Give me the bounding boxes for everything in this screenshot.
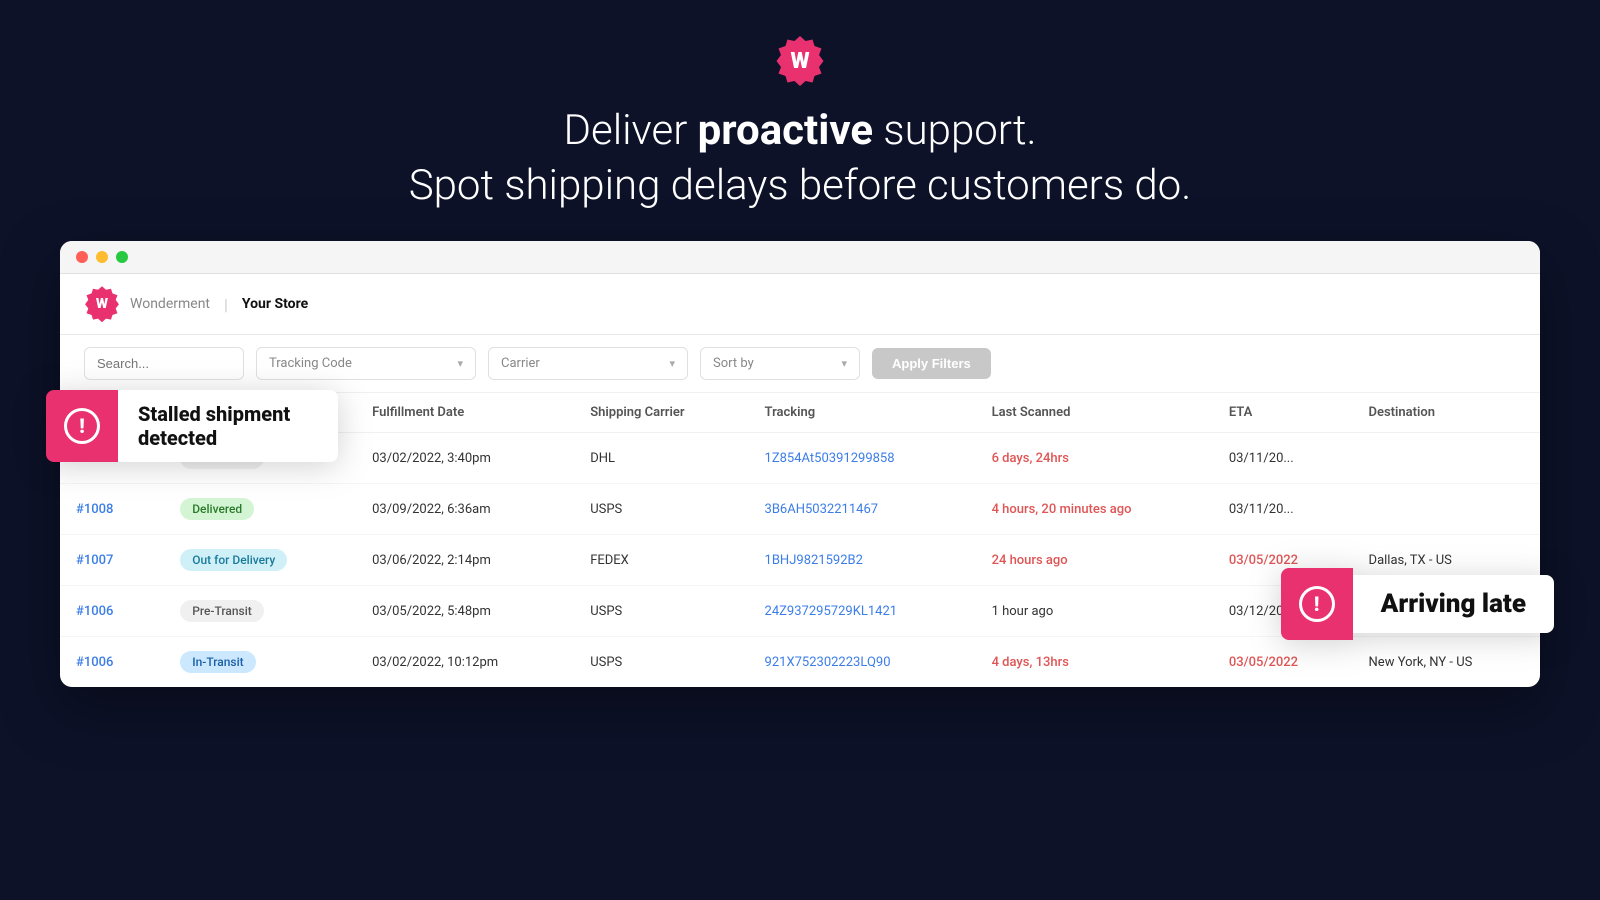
apply-filters-button[interactable]: Apply Filters — [872, 348, 991, 379]
cell-carrier: USPS — [574, 586, 748, 637]
cell-fulfillment: 03/02/2022, 10:12pm — [356, 637, 574, 688]
cell-order[interactable]: #1006 — [60, 586, 164, 637]
browser-titlebar — [60, 241, 1540, 274]
col-header-lastscanned: Last Scanned — [976, 393, 1213, 433]
app-header: W Wonderment | Your Store — [60, 274, 1540, 335]
status-badge: Out for Delivery — [180, 549, 287, 571]
table-row: #1008 Delivered 03/09/2022, 6:36am USPS … — [60, 484, 1540, 535]
stalled-text: Stalled shipmentdetected — [138, 402, 318, 450]
cell-tracking[interactable]: 1Z854At50391299858 — [749, 433, 976, 484]
cell-carrier: USPS — [574, 484, 748, 535]
cell-destination — [1353, 433, 1540, 484]
cell-fulfillment: 03/05/2022, 5:48pm — [356, 586, 574, 637]
cell-last-scanned: 1 hour ago — [976, 586, 1213, 637]
cell-carrier: FEDEX — [574, 535, 748, 586]
status-badge: Pre-Transit — [180, 600, 264, 622]
stalled-warning-icon: ! — [64, 408, 100, 444]
hero-title-suffix: support. — [873, 106, 1036, 155]
order-link: #1006 — [76, 604, 113, 619]
tracking-link: 24Z937295729KL1421 — [765, 604, 898, 619]
table-body: #1009 Pre-Transit 03/02/2022, 3:40pm DHL… — [60, 433, 1540, 688]
order-link: #1008 — [76, 502, 113, 517]
carrier-chevron-icon: ▾ — [669, 357, 675, 370]
cell-status: Pre-Transit — [164, 586, 356, 637]
browser-dot-close[interactable] — [76, 251, 88, 263]
hero-logo: W — [0, 36, 1600, 86]
hero-subtitle: Spot shipping delays before customers do… — [0, 159, 1600, 214]
cell-status: In-Transit — [164, 637, 356, 688]
carrier-filter[interactable]: Carrier ▾ — [488, 347, 688, 380]
status-badge: Delivered — [180, 498, 254, 520]
cell-tracking[interactable]: 3B6AH5032211467 — [749, 484, 976, 535]
cell-fulfillment: 03/02/2022, 3:40pm — [356, 433, 574, 484]
hero-title-prefix: Deliver — [563, 106, 697, 155]
table-row: #1006 In-Transit 03/02/2022, 10:12pm USP… — [60, 637, 1540, 688]
cell-status: Delivered — [164, 484, 356, 535]
order-link: #1006 — [76, 655, 113, 670]
sort-label: Sort by — [713, 356, 754, 371]
arriving-text-box: Arriving late — [1353, 575, 1554, 633]
cell-destination — [1353, 484, 1540, 535]
app-brand-label: Wonderment — [130, 296, 210, 312]
browser-dot-minimize[interactable] — [96, 251, 108, 263]
sort-by-filter[interactable]: Sort by ▾ — [700, 347, 860, 380]
col-header-tracking: Tracking — [749, 393, 976, 433]
sort-chevron-icon: ▾ — [841, 357, 847, 370]
arriving-warning-icon: ! — [1299, 586, 1335, 622]
cell-eta: 03/11/20... — [1213, 433, 1353, 484]
wonderment-logo-icon: W — [775, 36, 825, 86]
cell-last-scanned: 24 hours ago — [976, 535, 1213, 586]
app-logo-icon: W — [84, 286, 120, 322]
browser-dot-maximize[interactable] — [116, 251, 128, 263]
col-header-carrier: Shipping Carrier — [574, 393, 748, 433]
cell-status: Out for Delivery — [164, 535, 356, 586]
cell-carrier: DHL — [574, 433, 748, 484]
hero-title-bold: proactive — [698, 106, 873, 155]
cell-order[interactable]: #1006 — [60, 637, 164, 688]
col-header-fulfillment: Fulfillment Date — [356, 393, 574, 433]
tracking-chevron-icon: ▾ — [457, 357, 463, 370]
stalled-icon-box: ! — [46, 390, 118, 462]
cell-last-scanned: 4 days, 13hrs — [976, 637, 1213, 688]
tracking-link: 1Z854At50391299858 — [765, 451, 895, 466]
arriving-late-text: Arriving late — [1381, 589, 1526, 619]
cell-destination: New York, NY - US — [1353, 637, 1540, 688]
tracking-link: 1BHJ9821592B2 — [765, 553, 863, 568]
col-header-destination: Destination — [1353, 393, 1540, 433]
cell-tracking[interactable]: 921X752302223LQ90 — [749, 637, 976, 688]
hero-title: Deliver proactive support. — [0, 104, 1600, 159]
app-store-name: Your Store — [242, 296, 308, 312]
tracking-link: 3B6AH5032211467 — [765, 502, 879, 517]
cell-last-scanned: 4 hours, 20 minutes ago — [976, 484, 1213, 535]
cell-carrier: USPS — [574, 637, 748, 688]
order-link: #1007 — [76, 553, 113, 568]
status-badge: In-Transit — [180, 651, 255, 673]
cell-eta: 03/05/2022 — [1213, 637, 1353, 688]
app-brand-separator: | — [224, 295, 228, 314]
cell-tracking[interactable]: 24Z937295729KL1421 — [749, 586, 976, 637]
hero-section: W Deliver proactive support. Spot shippi… — [0, 0, 1600, 241]
tracking-code-label: Tracking Code — [269, 356, 352, 371]
cell-fulfillment: 03/09/2022, 6:36am — [356, 484, 574, 535]
cell-order[interactable]: #1007 — [60, 535, 164, 586]
tracking-code-filter[interactable]: Tracking Code ▾ — [256, 347, 476, 380]
cell-last-scanned: 6 days, 24hrs — [976, 433, 1213, 484]
carrier-label: Carrier — [501, 356, 540, 371]
filters-row: Tracking Code ▾ Carrier ▾ Sort by ▾ Appl… — [60, 335, 1540, 393]
stalled-shipment-tooltip: ! Stalled shipmentdetected — [46, 390, 338, 462]
arriving-late-tooltip: ! Arriving late — [1281, 568, 1554, 640]
tracking-link: 921X752302223LQ90 — [765, 655, 891, 670]
cell-order[interactable]: #1008 — [60, 484, 164, 535]
arriving-icon-box: ! — [1281, 568, 1353, 640]
cell-eta: 03/11/20... — [1213, 484, 1353, 535]
cell-tracking[interactable]: 1BHJ9821592B2 — [749, 535, 976, 586]
search-input[interactable] — [84, 347, 244, 380]
cell-fulfillment: 03/06/2022, 2:14pm — [356, 535, 574, 586]
col-header-eta: ETA — [1213, 393, 1353, 433]
stalled-text-box: Stalled shipmentdetected — [118, 390, 338, 462]
